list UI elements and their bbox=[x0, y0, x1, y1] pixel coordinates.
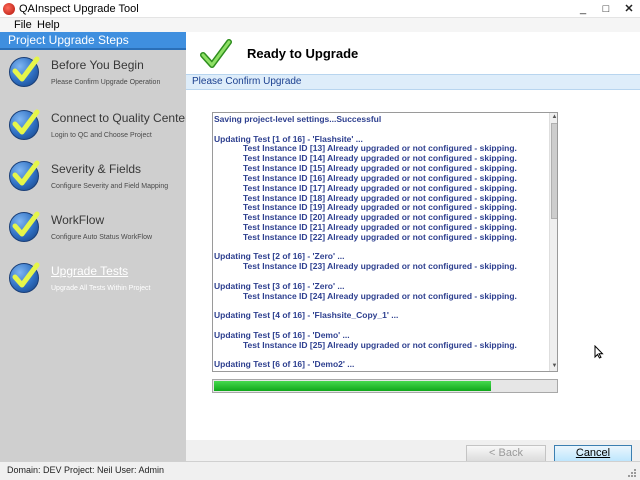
app-icon bbox=[3, 3, 15, 15]
step-subtitle: Upgrade All Tests Within Project bbox=[51, 285, 151, 292]
step-title: Before You Begin bbox=[51, 58, 144, 72]
step-check-icon bbox=[9, 56, 40, 87]
step-severity-fields[interactable]: Severity & Fields Configure Severity and… bbox=[0, 154, 186, 204]
ready-check-icon bbox=[200, 38, 232, 73]
log-line: Test Instance ID [22] Already upgraded o… bbox=[243, 232, 517, 242]
log-content: Saving project-level settings...Successf… bbox=[213, 115, 549, 371]
log-line: Saving project-level settings...Successf… bbox=[214, 115, 382, 124]
upgrade-log[interactable]: Saving project-level settings...Successf… bbox=[212, 112, 558, 372]
window-title: QAInspect Upgrade Tool bbox=[19, 3, 139, 15]
step-title: Upgrade Tests bbox=[51, 264, 129, 278]
step-check-icon bbox=[9, 160, 40, 191]
progress-fill bbox=[214, 381, 492, 391]
status-bar: Domain: DEV Project: Neil User: Admin bbox=[0, 461, 640, 480]
back-button[interactable]: < Back bbox=[466, 445, 546, 462]
log-line: Test Instance ID [17] Already upgraded o… bbox=[243, 183, 517, 193]
scroll-thumb[interactable] bbox=[551, 123, 557, 219]
step-check-icon bbox=[9, 211, 40, 242]
log-line: Test Instance ID [21] Already upgraded o… bbox=[243, 222, 517, 232]
log-line: Updating Test [6 of 16] - 'Demo2' ... bbox=[214, 360, 355, 370]
log-line: Test Instance ID [24] Already upgraded o… bbox=[243, 291, 517, 301]
menu-help[interactable]: Help bbox=[37, 19, 60, 31]
log-line: Test Instance ID [25] Already upgraded o… bbox=[243, 340, 517, 350]
menu-bar: File Help bbox=[0, 18, 640, 32]
log-line: Test Instance ID [13] Already upgraded o… bbox=[243, 144, 517, 154]
upgrade-progress-bar bbox=[212, 379, 558, 393]
status-text: Domain: DEV Project: Neil User: Admin bbox=[7, 465, 165, 475]
scroll-down-arrow-icon[interactable]: ▼ bbox=[550, 362, 557, 371]
step-workflow[interactable]: WorkFlow Configure Auto Status WorkFlow bbox=[0, 205, 186, 255]
step-subtitle: Configure Severity and Field Mapping bbox=[51, 183, 169, 190]
log-line: Test Instance ID [23] Already upgraded o… bbox=[243, 262, 517, 272]
step-title: Severity & Fields bbox=[51, 162, 142, 176]
log-line: Test Instance ID [15] Already upgraded o… bbox=[243, 164, 517, 174]
menu-file[interactable]: File bbox=[14, 19, 32, 31]
step-check-icon bbox=[9, 262, 40, 293]
scroll-up-arrow-icon[interactable]: ▲ bbox=[550, 113, 557, 122]
step-check-icon bbox=[9, 109, 40, 140]
log-scrollbar[interactable]: ▲ ▼ bbox=[549, 113, 557, 371]
log-line: Test Instance ID [16] Already upgraded o… bbox=[243, 173, 517, 183]
resize-grip-icon[interactable] bbox=[626, 467, 637, 478]
step-upgrade-tests[interactable]: Upgrade Tests Upgrade All Tests Within P… bbox=[0, 256, 186, 306]
log-line: Test Instance ID [20] Already upgraded o… bbox=[243, 213, 517, 223]
mouse-cursor-icon bbox=[594, 345, 604, 359]
close-button[interactable]: ✕ bbox=[618, 1, 640, 17]
step-title: Connect to Quality Center bbox=[51, 111, 190, 125]
log-line: Test Instance ID [18] Already upgraded o… bbox=[243, 193, 517, 203]
log-line: Updating Test [4 of 16] - 'Flashsite_Cop… bbox=[214, 311, 399, 321]
log-line: Updating Test [2 of 16] - 'Zero' ... bbox=[214, 252, 345, 262]
section-label: Please Confirm Upgrade bbox=[186, 74, 640, 90]
footer: < Back Cancel bbox=[186, 440, 640, 462]
log-line: Test Instance ID [19] Already upgraded o… bbox=[243, 203, 517, 213]
log-line: Updating Test [3 of 16] - 'Zero' ... bbox=[214, 281, 345, 291]
step-connect-qc[interactable]: Connect to Quality Center Login to QC an… bbox=[0, 103, 190, 153]
maximize-button[interactable]: □ bbox=[595, 1, 617, 17]
title-bar: QAInspect Upgrade Tool _ □ ✕ bbox=[0, 0, 640, 18]
step-subtitle: Please Confirm Upgrade Operation bbox=[51, 79, 161, 86]
log-line: Test Instance ID [14] Already upgraded o… bbox=[243, 154, 517, 164]
minimize-button[interactable]: _ bbox=[572, 1, 594, 17]
log-line: Updating Test [5 of 16] - 'Demo' ... bbox=[214, 330, 350, 340]
step-subtitle: Login to QC and Choose Project bbox=[51, 132, 152, 139]
step-subtitle: Configure Auto Status WorkFlow bbox=[51, 234, 153, 241]
main-panel: Ready to Upgrade Please Confirm Upgrade … bbox=[186, 32, 640, 440]
log-line: Updating Test [1 of 16] - 'Flashsite' ..… bbox=[214, 134, 363, 144]
page-title: Ready to Upgrade bbox=[247, 46, 359, 61]
steps-sidebar: Project Upgrade Steps Before You Begin P… bbox=[0, 32, 190, 461]
steps-header: Project Upgrade Steps bbox=[0, 32, 186, 48]
step-before-you-begin[interactable]: Before You Begin Please Confirm Upgrade … bbox=[0, 50, 186, 100]
step-title: WorkFlow bbox=[51, 213, 105, 227]
cancel-button[interactable]: Cancel bbox=[554, 445, 632, 462]
